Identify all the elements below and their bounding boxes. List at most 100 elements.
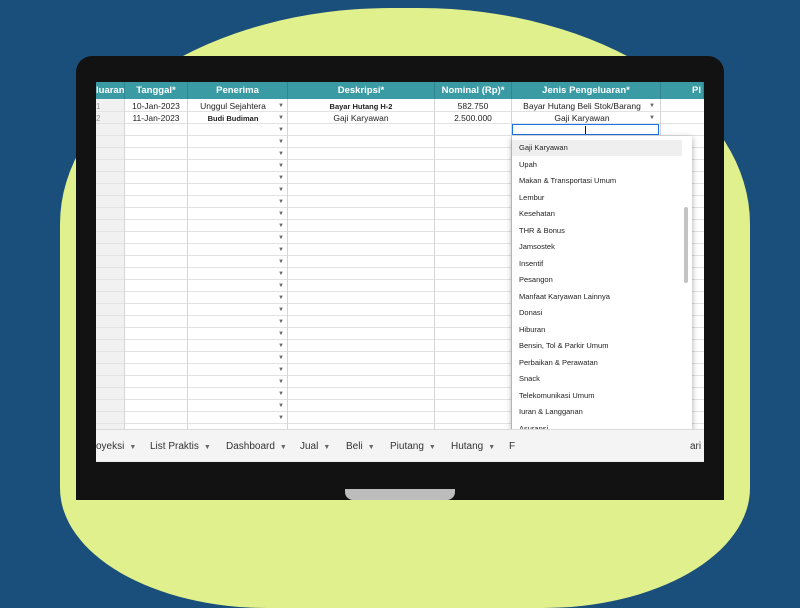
cell-jenis-pengeluaran[interactable]: Bayar Hutang Beli Stok/Barang bbox=[512, 101, 652, 112]
dropdown-arrow-icon[interactable]: ▼ bbox=[277, 101, 285, 112]
dropdown-arrow-icon[interactable]: ▼ bbox=[277, 233, 285, 244]
dropdown-option[interactable]: Makan & Transportasi Umum bbox=[512, 173, 682, 189]
cell-nominal[interactable]: 2.500.000 bbox=[435, 113, 511, 124]
tab-hutang[interactable]: Hutang ▼ bbox=[451, 430, 495, 462]
column-header-penerima[interactable]: Penerima bbox=[188, 82, 288, 99]
dropdown-arrow-icon[interactable]: ▼ bbox=[277, 329, 285, 340]
tab-label: Hutang bbox=[451, 441, 484, 452]
row-number-column bbox=[96, 99, 124, 429]
dropdown-arrow-icon[interactable]: ▼ bbox=[277, 209, 285, 220]
dropdown-option[interactable]: Manfaat Karyawan Lainnya bbox=[512, 289, 682, 305]
chevron-down-icon: ▼ bbox=[428, 444, 436, 451]
sheet-tab-bar: oyeksi ▼ List Praktis ▼ Dashboard ▼ Jual ▼ B… bbox=[96, 429, 704, 462]
cell-tanggal[interactable]: 10-Jan-2023 bbox=[125, 101, 187, 112]
cell-penerima[interactable]: Unggul Sejahtera bbox=[188, 101, 278, 112]
dropdown-arrow-icon[interactable]: ▼ bbox=[277, 305, 285, 316]
dropdown-arrow-icon[interactable]: ▼ bbox=[277, 173, 285, 184]
tab-label: List Praktis bbox=[150, 441, 199, 452]
column-header-row: luaran Tanggal* Penerima Deskripsi* Nomi… bbox=[96, 82, 704, 99]
cell-deskripsi[interactable]: Bayar Hutang H-2 bbox=[288, 101, 434, 112]
dropdown-option[interactable]: Insentif bbox=[512, 256, 682, 272]
dropdown-arrow-icon[interactable]: ▼ bbox=[277, 149, 285, 160]
dropdown-option[interactable]: THR & Bonus bbox=[512, 223, 682, 239]
dropdown-arrow-icon[interactable]: ▼ bbox=[277, 365, 285, 376]
chevron-down-icon: ▼ bbox=[367, 444, 375, 451]
cell-penerima[interactable]: Budi Budiman bbox=[188, 113, 278, 124]
dropdown-arrow-icon[interactable]: ▼ bbox=[277, 389, 285, 400]
dropdown-arrow-icon[interactable]: ▼ bbox=[277, 293, 285, 304]
dropdown-arrow-icon[interactable]: ▼ bbox=[277, 341, 285, 352]
dropdown-option[interactable]: Gaji Karyawan bbox=[512, 140, 682, 156]
dropdown-arrow-icon[interactable]: ▼ bbox=[277, 113, 285, 124]
dropdown-arrow-icon[interactable]: ▼ bbox=[277, 257, 285, 268]
column-header-pengeluaran[interactable]: luaran bbox=[96, 82, 125, 99]
column-header-nominal[interactable]: Nominal (Rp)* bbox=[435, 82, 512, 99]
cell-nominal[interactable]: 582.750 bbox=[435, 101, 511, 112]
tab-label: Dashboard bbox=[226, 441, 275, 452]
dropdown-arrow-icon[interactable]: ▼ bbox=[277, 317, 285, 328]
tab-label: Beli bbox=[346, 441, 363, 452]
column-header-deskripsi[interactable]: Deskripsi* bbox=[288, 82, 435, 99]
dropdown-option[interactable]: Jamsostek bbox=[512, 239, 682, 255]
tab-list-praktis[interactable]: List Praktis ▼ bbox=[150, 430, 211, 462]
dropdown-option[interactable]: Bensin, Tol & Parkir Umum bbox=[512, 338, 682, 354]
tab-partial-left[interactable]: F bbox=[509, 430, 515, 462]
tab-bar-bottom-line bbox=[96, 461, 704, 462]
jenis-pengeluaran-dropdown[interactable]: Gaji Karyawan Upah Makan & Transportasi Um… bbox=[512, 136, 692, 462]
dropdown-arrow-icon[interactable]: ▼ bbox=[277, 377, 285, 388]
dropdown-arrow-icon[interactable]: ▼ bbox=[277, 401, 285, 412]
tab-dashboard[interactable]: Dashboard ▼ bbox=[226, 430, 287, 462]
dropdown-arrow-icon[interactable]: ▼ bbox=[277, 161, 285, 172]
tab-label: Jual bbox=[300, 441, 319, 452]
dropdown-scrollbar[interactable] bbox=[684, 207, 688, 283]
column-header-jenis-pengeluaran[interactable]: Jenis Pengeluaran* bbox=[512, 82, 661, 99]
laptop-base bbox=[345, 489, 455, 500]
tab-label: F bbox=[509, 441, 516, 452]
cell-jenis-pengeluaran[interactable]: Gaji Karyawan bbox=[512, 113, 652, 124]
dropdown-option[interactable]: Lembur bbox=[512, 190, 682, 206]
chevron-down-icon: ▼ bbox=[323, 444, 331, 451]
grid-divider bbox=[287, 99, 288, 429]
dropdown-option[interactable]: Iuran & Langganan bbox=[512, 404, 682, 420]
dropdown-arrow-icon[interactable]: ▼ bbox=[277, 221, 285, 232]
chevron-down-icon: ▼ bbox=[203, 444, 211, 451]
dropdown-arrow-icon[interactable]: ▼ bbox=[277, 269, 285, 280]
grid-divider bbox=[187, 99, 188, 429]
dropdown-arrow-icon[interactable]: ▼ bbox=[277, 281, 285, 292]
tab-label: ari bbox=[690, 441, 702, 452]
spreadsheet-screen: luaran Tanggal* Penerima Deskripsi* Nomi… bbox=[96, 82, 704, 462]
grid-divider bbox=[124, 99, 125, 429]
dropdown-arrow-icon[interactable]: ▼ bbox=[277, 197, 285, 208]
dropdown-arrow-icon[interactable]: ▼ bbox=[648, 101, 656, 112]
tab-label: Piutang bbox=[390, 441, 424, 452]
dropdown-arrow-icon[interactable]: ▼ bbox=[648, 113, 656, 124]
tab-beli[interactable]: Beli ▼ bbox=[346, 430, 375, 462]
tab-partial-right[interactable]: ari bbox=[690, 430, 701, 462]
cell-deskripsi[interactable]: Gaji Karyawan bbox=[288, 113, 434, 124]
row-number: 2 bbox=[96, 114, 101, 123]
tab-piutang[interactable]: Piutang ▼ bbox=[390, 430, 436, 462]
dropdown-option[interactable]: Donasi bbox=[512, 305, 682, 321]
dropdown-option[interactable]: Kesehatan bbox=[512, 206, 682, 222]
dropdown-arrow-icon[interactable]: ▼ bbox=[277, 353, 285, 364]
dropdown-arrow-icon[interactable]: ▼ bbox=[277, 413, 285, 424]
dropdown-arrow-icon[interactable]: ▼ bbox=[277, 185, 285, 196]
dropdown-option[interactable]: Snack bbox=[512, 371, 682, 387]
cell-tanggal[interactable]: 11-Jan-2023 bbox=[125, 113, 187, 124]
dropdown-option[interactable]: Pesangon bbox=[512, 272, 682, 288]
dropdown-arrow-icon[interactable]: ▼ bbox=[277, 245, 285, 256]
dropdown-option[interactable]: Telekomunikasi Umum bbox=[512, 388, 682, 404]
dropdown-option[interactable]: Perbaikan & Perawatan bbox=[512, 355, 682, 371]
chevron-down-icon: ▼ bbox=[488, 444, 496, 451]
row-number: 1 bbox=[96, 102, 101, 111]
dropdown-arrow-icon[interactable]: ▼ bbox=[277, 137, 285, 148]
dropdown-arrow-icon[interactable]: ▼ bbox=[277, 125, 285, 136]
dropdown-option[interactable]: Upah bbox=[512, 157, 682, 173]
tab-jual[interactable]: Jual ▼ bbox=[300, 430, 330, 462]
column-header-tanggal[interactable]: Tanggal* bbox=[125, 82, 188, 99]
column-header-next[interactable]: Pl bbox=[661, 82, 704, 99]
tab-proyeksi[interactable]: oyeksi ▼ bbox=[96, 430, 136, 462]
dropdown-option[interactable]: Hiburan bbox=[512, 322, 682, 338]
text-caret bbox=[585, 126, 586, 134]
active-cell-editor[interactable] bbox=[512, 124, 659, 135]
